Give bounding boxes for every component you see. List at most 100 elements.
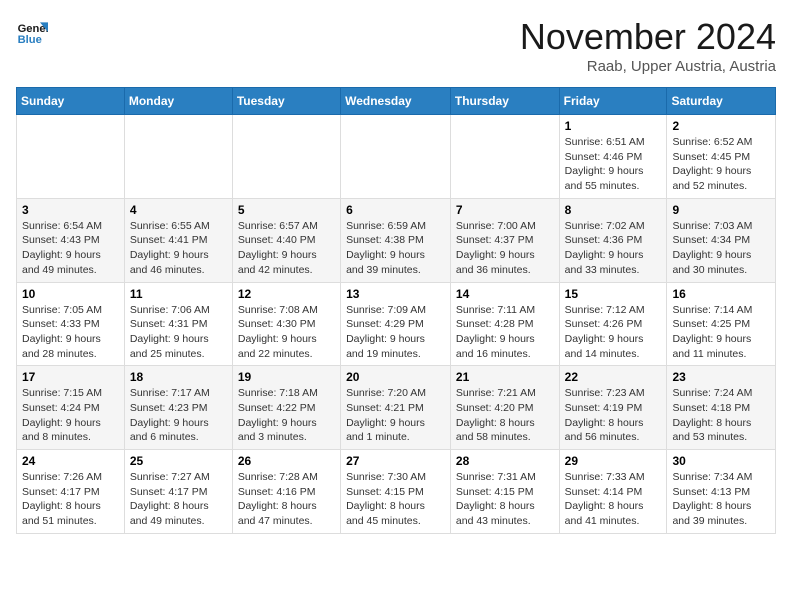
- day-number: 12: [238, 287, 335, 301]
- calendar-table: SundayMondayTuesdayWednesdayThursdayFrid…: [16, 87, 776, 534]
- calendar-cell: 22 Sunrise: 7:23 AM Sunset: 4:19 PM Dayli…: [559, 366, 667, 450]
- day-number: 26: [238, 454, 335, 468]
- day-number: 16: [672, 287, 770, 301]
- day-info: Sunrise: 7:14 AM Sunset: 4:25 PM Dayligh…: [672, 303, 770, 362]
- day-info: Sunrise: 7:03 AM Sunset: 4:34 PM Dayligh…: [672, 219, 770, 278]
- calendar-cell: 11 Sunrise: 7:06 AM Sunset: 4:31 PM Dayli…: [124, 282, 232, 366]
- day-number: 22: [565, 370, 662, 384]
- day-info: Sunrise: 7:05 AM Sunset: 4:33 PM Dayligh…: [22, 303, 119, 362]
- calendar-cell: 10Sunrise: 7:05 AM Sunset: 4:33 PM Dayli…: [17, 282, 125, 366]
- day-info: Sunrise: 7:28 AM Sunset: 4:16 PM Dayligh…: [238, 470, 335, 529]
- header-monday: Monday: [124, 88, 232, 115]
- calendar-cell: 23 Sunrise: 7:24 AM Sunset: 4:18 PM Dayli…: [667, 366, 776, 450]
- day-info: Sunrise: 7:08 AM Sunset: 4:30 PM Dayligh…: [238, 303, 335, 362]
- day-number: 9: [672, 203, 770, 217]
- day-info: Sunrise: 6:57 AM Sunset: 4:40 PM Dayligh…: [238, 219, 335, 278]
- calendar-cell: 13 Sunrise: 7:09 AM Sunset: 4:29 PM Dayli…: [341, 282, 451, 366]
- day-info: Sunrise: 7:30 AM Sunset: 4:15 PM Dayligh…: [346, 470, 445, 529]
- day-number: 21: [456, 370, 554, 384]
- day-number: 28: [456, 454, 554, 468]
- svg-text:Blue: Blue: [18, 34, 42, 46]
- day-info: Sunrise: 7:33 AM Sunset: 4:14 PM Dayligh…: [565, 470, 662, 529]
- day-info: Sunrise: 6:52 AM Sunset: 4:45 PM Dayligh…: [672, 135, 770, 194]
- calendar-cell: 15 Sunrise: 7:12 AM Sunset: 4:26 PM Dayli…: [559, 282, 667, 366]
- day-number: 23: [672, 370, 770, 384]
- calendar-cell: 19 Sunrise: 7:18 AM Sunset: 4:22 PM Dayli…: [232, 366, 340, 450]
- calendar-cell: 18 Sunrise: 7:17 AM Sunset: 4:23 PM Dayli…: [124, 366, 232, 450]
- day-number: 24: [22, 454, 119, 468]
- header-wednesday: Wednesday: [341, 88, 451, 115]
- day-info: Sunrise: 7:06 AM Sunset: 4:31 PM Dayligh…: [130, 303, 227, 362]
- calendar-cell: 3 Sunrise: 6:54 AM Sunset: 4:43 PM Daylig…: [17, 198, 125, 282]
- title-block: November 2024 Raab, Upper Austria, Austr…: [520, 16, 776, 75]
- day-number: 20: [346, 370, 445, 384]
- day-number: 2: [672, 119, 770, 133]
- day-number: 17: [22, 370, 119, 384]
- calendar-cell: 6 Sunrise: 6:59 AM Sunset: 4:38 PM Daylig…: [341, 198, 451, 282]
- calendar-cell: 5 Sunrise: 6:57 AM Sunset: 4:40 PM Daylig…: [232, 198, 340, 282]
- day-number: 1: [565, 119, 662, 133]
- day-info: Sunrise: 7:11 AM Sunset: 4:28 PM Dayligh…: [456, 303, 554, 362]
- calendar-cell: [232, 115, 340, 199]
- day-info: Sunrise: 6:51 AM Sunset: 4:46 PM Dayligh…: [565, 135, 662, 194]
- calendar-cell: 27 Sunrise: 7:30 AM Sunset: 4:15 PM Dayli…: [341, 450, 451, 534]
- day-number: 8: [565, 203, 662, 217]
- calendar-cell: [450, 115, 559, 199]
- header-saturday: Saturday: [667, 88, 776, 115]
- day-number: 3: [22, 203, 119, 217]
- day-number: 7: [456, 203, 554, 217]
- day-info: Sunrise: 7:20 AM Sunset: 4:21 PM Dayligh…: [346, 386, 445, 445]
- calendar-cell: 16 Sunrise: 7:14 AM Sunset: 4:25 PM Dayli…: [667, 282, 776, 366]
- calendar-cell: [17, 115, 125, 199]
- calendar-cell: 7 Sunrise: 7:00 AM Sunset: 4:37 PM Daylig…: [450, 198, 559, 282]
- logo: General Blue: [16, 16, 48, 48]
- calendar-cell: 21 Sunrise: 7:21 AM Sunset: 4:20 PM Dayli…: [450, 366, 559, 450]
- day-info: Sunrise: 7:26 AM Sunset: 4:17 PM Dayligh…: [22, 470, 119, 529]
- location: Raab, Upper Austria, Austria: [520, 58, 776, 75]
- page-header: General Blue November 2024 Raab, Upper A…: [16, 16, 776, 75]
- day-number: 4: [130, 203, 227, 217]
- header-thursday: Thursday: [450, 88, 559, 115]
- day-info: Sunrise: 7:34 AM Sunset: 4:13 PM Dayligh…: [672, 470, 770, 529]
- day-number: 14: [456, 287, 554, 301]
- day-number: 15: [565, 287, 662, 301]
- day-info: Sunrise: 6:59 AM Sunset: 4:38 PM Dayligh…: [346, 219, 445, 278]
- day-info: Sunrise: 7:00 AM Sunset: 4:37 PM Dayligh…: [456, 219, 554, 278]
- logo-icon: General Blue: [16, 16, 48, 48]
- calendar-cell: 20 Sunrise: 7:20 AM Sunset: 4:21 PM Dayli…: [341, 366, 451, 450]
- day-number: 30: [672, 454, 770, 468]
- day-number: 19: [238, 370, 335, 384]
- day-info: Sunrise: 7:12 AM Sunset: 4:26 PM Dayligh…: [565, 303, 662, 362]
- calendar-cell: 9 Sunrise: 7:03 AM Sunset: 4:34 PM Daylig…: [667, 198, 776, 282]
- day-info: Sunrise: 6:54 AM Sunset: 4:43 PM Dayligh…: [22, 219, 119, 278]
- day-number: 27: [346, 454, 445, 468]
- calendar-header: SundayMondayTuesdayWednesdayThursdayFrid…: [17, 88, 776, 115]
- day-info: Sunrise: 7:23 AM Sunset: 4:19 PM Dayligh…: [565, 386, 662, 445]
- calendar-cell: 4Sunrise: 6:55 AM Sunset: 4:41 PM Daylig…: [124, 198, 232, 282]
- day-info: Sunrise: 7:02 AM Sunset: 4:36 PM Dayligh…: [565, 219, 662, 278]
- day-number: 13: [346, 287, 445, 301]
- day-info: Sunrise: 7:18 AM Sunset: 4:22 PM Dayligh…: [238, 386, 335, 445]
- day-number: 25: [130, 454, 227, 468]
- month-title: November 2024: [520, 16, 776, 58]
- calendar-cell: [341, 115, 451, 199]
- day-info: Sunrise: 7:31 AM Sunset: 4:15 PM Dayligh…: [456, 470, 554, 529]
- day-info: Sunrise: 7:21 AM Sunset: 4:20 PM Dayligh…: [456, 386, 554, 445]
- calendar-cell: 28 Sunrise: 7:31 AM Sunset: 4:15 PM Dayli…: [450, 450, 559, 534]
- calendar-cell: 29 Sunrise: 7:33 AM Sunset: 4:14 PM Dayli…: [559, 450, 667, 534]
- day-info: Sunrise: 7:17 AM Sunset: 4:23 PM Dayligh…: [130, 386, 227, 445]
- day-number: 5: [238, 203, 335, 217]
- header-sunday: Sunday: [17, 88, 125, 115]
- day-info: Sunrise: 7:09 AM Sunset: 4:29 PM Dayligh…: [346, 303, 445, 362]
- day-info: Sunrise: 7:27 AM Sunset: 4:17 PM Dayligh…: [130, 470, 227, 529]
- day-info: Sunrise: 7:24 AM Sunset: 4:18 PM Dayligh…: [672, 386, 770, 445]
- calendar-cell: [124, 115, 232, 199]
- calendar-cell: 14 Sunrise: 7:11 AM Sunset: 4:28 PM Dayli…: [450, 282, 559, 366]
- calendar-cell: 26 Sunrise: 7:28 AM Sunset: 4:16 PM Dayli…: [232, 450, 340, 534]
- day-info: Sunrise: 7:15 AM Sunset: 4:24 PM Dayligh…: [22, 386, 119, 445]
- calendar-cell: 17 Sunrise: 7:15 AM Sunset: 4:24 PM Dayli…: [17, 366, 125, 450]
- day-number: 29: [565, 454, 662, 468]
- day-number: 18: [130, 370, 227, 384]
- day-number: 6: [346, 203, 445, 217]
- day-number: 11: [130, 287, 227, 301]
